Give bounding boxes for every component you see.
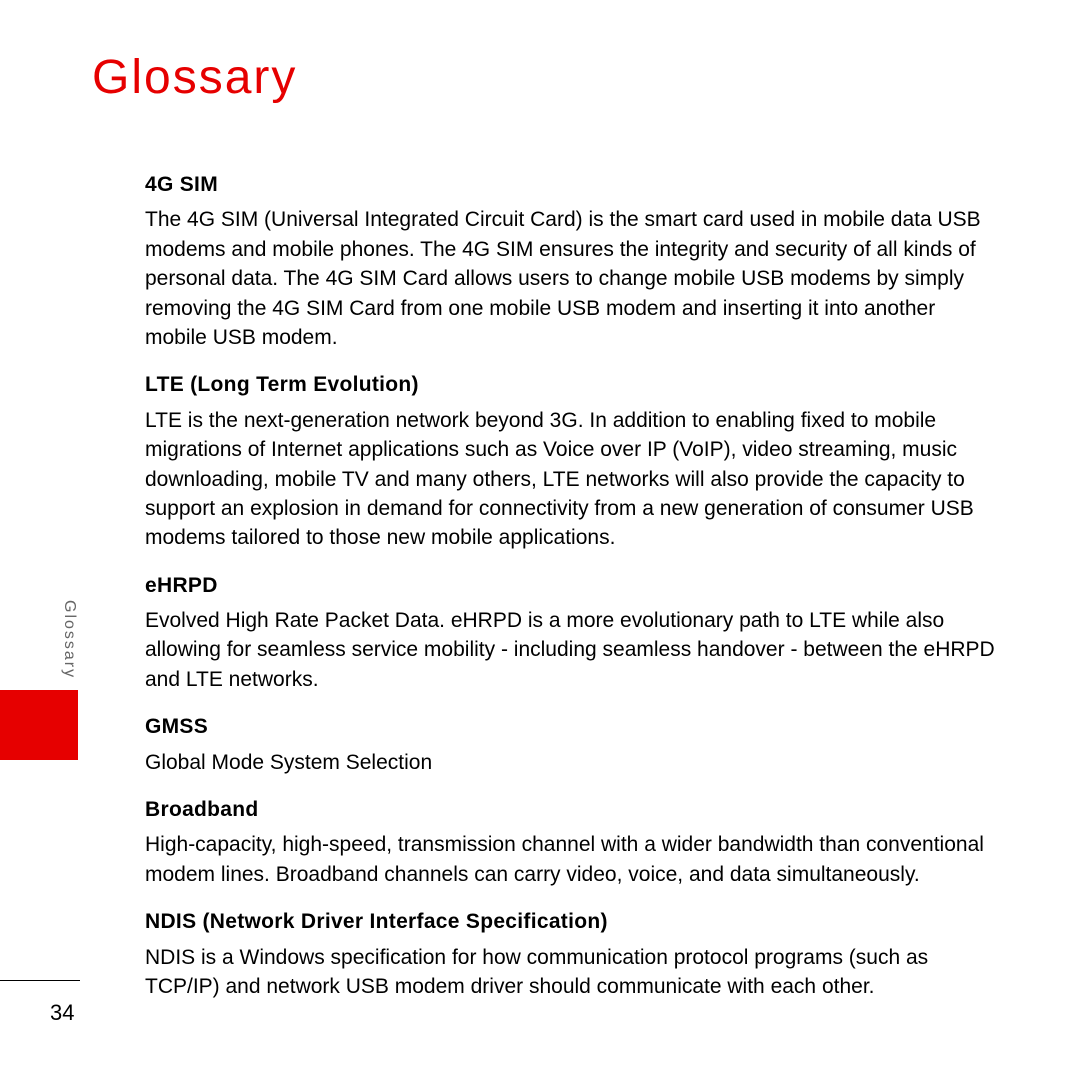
glossary-definition: The 4G SIM (Universal Integrated Circuit… xyxy=(145,205,995,352)
glossary-definition: NDIS is a Windows specification for how … xyxy=(145,943,995,1002)
footer-rule xyxy=(0,980,80,981)
glossary-definition: Global Mode System Selection xyxy=(145,748,995,777)
glossary-term: 4G SIM xyxy=(145,170,995,199)
page: Glossary 4G SIM The 4G SIM (Universal In… xyxy=(0,0,1080,1080)
glossary-definition: Evolved High Rate Packet Data. eHRPD is … xyxy=(145,606,995,694)
glossary-term: Broadband xyxy=(145,795,995,824)
glossary-definition: High-capacity, high-speed, transmission … xyxy=(145,830,995,889)
glossary-term: LTE (Long Term Evolution) xyxy=(145,370,995,399)
page-number: 34 xyxy=(50,1000,74,1026)
glossary-definition: LTE is the next-generation network beyon… xyxy=(145,406,995,553)
glossary-content: 4G SIM The 4G SIM (Universal Integrated … xyxy=(145,170,995,1011)
glossary-term: GMSS xyxy=(145,712,995,741)
glossary-term: eHRPD xyxy=(145,571,995,600)
page-title: Glossary xyxy=(92,50,297,105)
section-marker xyxy=(0,690,78,760)
side-tab-label: Glossary xyxy=(60,600,78,679)
glossary-term: NDIS (Network Driver Interface Specifica… xyxy=(145,907,995,936)
